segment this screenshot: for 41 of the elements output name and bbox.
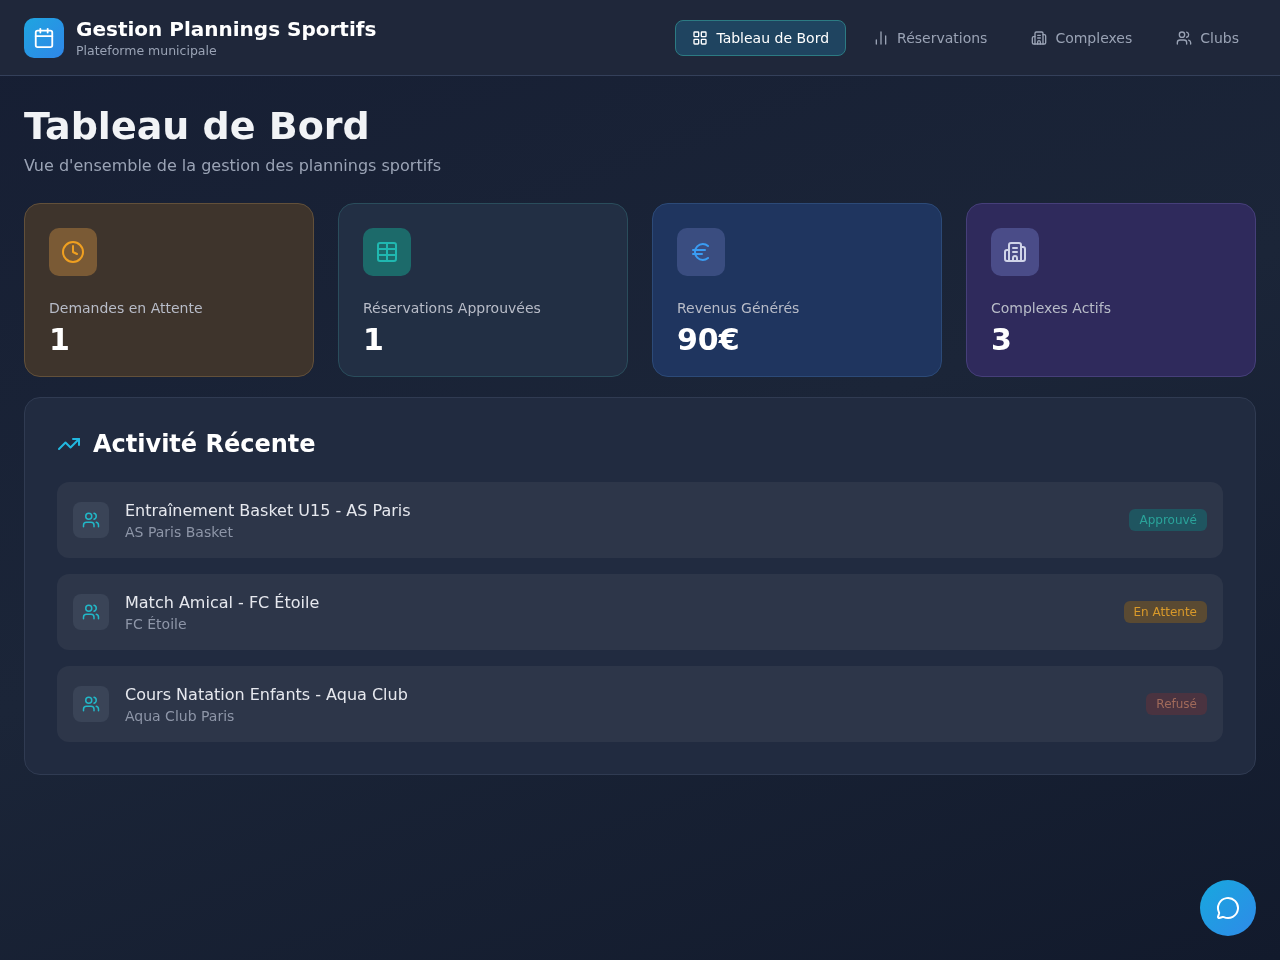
nav-tab[interactable]: Réservations xyxy=(856,19,1005,56)
activity-club: FC Étoile xyxy=(125,615,188,632)
activity-row[interactable]: Match Amical - FC Étoile FC Étoile En Attente xyxy=(57,574,1223,650)
stat-value: 1 xyxy=(49,322,71,357)
app-title: Gestion Plannings Sportifs xyxy=(76,17,377,41)
nav-tab[interactable]: Clubs xyxy=(1159,19,1256,56)
stat-label: Complexes Actifs xyxy=(991,300,1112,316)
status-tag: Approuvé xyxy=(1129,509,1207,531)
activity-club: Aqua Club Paris xyxy=(125,707,236,724)
stat-value: 90€ xyxy=(677,322,741,357)
clock-icon xyxy=(61,240,85,264)
users-icon xyxy=(73,594,109,630)
building-icon xyxy=(1031,29,1048,46)
chat-button[interactable] xyxy=(1200,880,1256,936)
stat-label: Demandes en Attente xyxy=(49,300,204,316)
users-icon xyxy=(73,686,109,722)
users-icon xyxy=(1176,29,1193,46)
building-icon xyxy=(1003,240,1027,264)
nav-tab[interactable]: Complexes xyxy=(1014,19,1150,56)
grid-icon xyxy=(692,29,709,46)
page-subtitle: Vue d'ensemble de la gestion des plannings sportifs xyxy=(24,156,443,175)
activity-title: Cours Natation Enfants - Aqua Club xyxy=(125,684,409,704)
status-tag: Refusé xyxy=(1146,693,1207,715)
activity-title: Entraînement Basket U15 - AS Paris xyxy=(125,500,412,520)
users-icon xyxy=(73,502,109,538)
activity-row[interactable]: Entraînement Basket U15 - AS Paris AS Paris Basket Approuvé xyxy=(57,482,1223,558)
stat-label: Réservations Approuvées xyxy=(363,300,542,316)
nav-tab[interactable]: Tableau de Bord xyxy=(675,19,847,56)
stat-value: 1 xyxy=(363,322,385,357)
activity-club: AS Paris Basket xyxy=(125,523,234,540)
stat-value: 3 xyxy=(991,322,1013,357)
page-title: Tableau de Bord xyxy=(24,104,371,148)
activity-row[interactable]: Cours Natation Enfants - Aqua Club Aqua Club Paris Refusé xyxy=(57,666,1223,742)
chat-icon xyxy=(1216,896,1240,920)
app-subtitle: Plateforme municipale xyxy=(76,43,218,58)
panel-title: Activité Récente xyxy=(93,430,316,458)
calendar-logo-icon xyxy=(24,17,64,58)
activity-title: Match Amical - FC Étoile xyxy=(125,592,321,612)
stat-label: Revenus Générés xyxy=(677,300,801,316)
table-icon xyxy=(375,240,399,264)
status-tag: En Attente xyxy=(1123,601,1207,623)
